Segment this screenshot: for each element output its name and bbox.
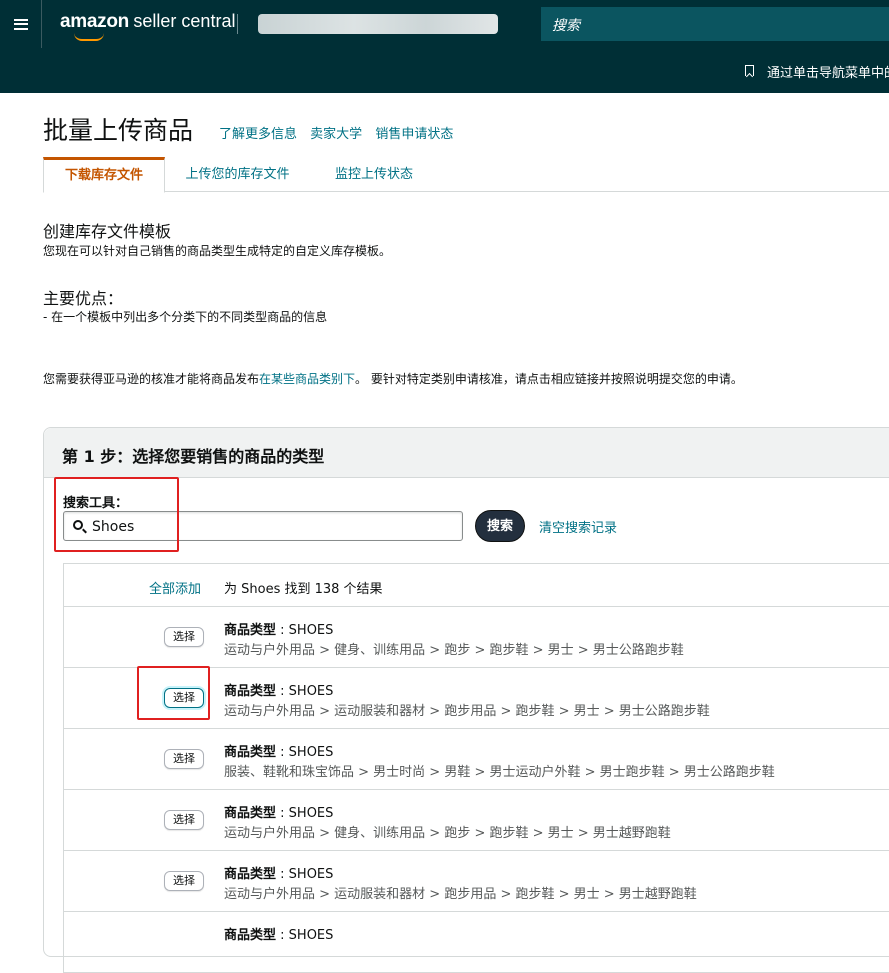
result-row: 选择 商品类型 : SHOES 运动与户外用品 > 运动服装和器材 > 跑步用品…: [64, 851, 889, 912]
type-value: SHOES: [288, 867, 334, 882]
result-type: 商品类型 : SHOES: [224, 806, 334, 821]
approval-text-post: 。 要针对特定类别申请核准，请点击相应链接并按照说明提交您的申请。: [355, 372, 743, 386]
type-label: 商品类型: [224, 806, 277, 821]
nav-subbar: 通过单击导航菜单中的: [0, 48, 889, 93]
key-benefits-item: - 在一个模板中列出多个分类下的不同类型商品的信息: [43, 310, 328, 324]
logo-brand: amazon: [60, 11, 129, 32]
result-count: 为 Shoes 找到 138 个结果: [224, 582, 383, 597]
tab-bar: 下载库存文件 上传您的库存文件 监控上传状态: [43, 157, 889, 193]
key-benefits-heading: 主要优点：: [43, 289, 124, 308]
search-button[interactable]: 搜索: [475, 510, 525, 542]
approval-text-pre: 您需要获得亚马逊的核准才能将商品发布: [43, 372, 260, 386]
result-type: 商品类型 : SHOES: [224, 867, 334, 882]
type-value: SHOES: [288, 745, 334, 760]
create-template-description: 您现在可以针对自己销售的商品类型生成特定的自定义库存模板。: [43, 244, 392, 258]
account-switcher-redacted[interactable]: [258, 14, 498, 34]
result-type: 商品类型 : SHOES: [224, 684, 334, 699]
approval-notice: 您需要获得亚马逊的核准才能将商品发布在某些商品类别下。 要针对特定类别申请核准，…: [43, 370, 743, 387]
amazon-seller-central-logo[interactable]: amazon seller central: [60, 11, 236, 41]
category-path: 运动与户外用品 > 运动服装和器材 > 跑步用品 > 跑步鞋 > 男士 > 男士…: [224, 887, 697, 902]
step-1-title: 第 1 步：选择您要销售的商品的类型: [62, 447, 325, 466]
result-type: 商品类型 : SHOES: [224, 928, 334, 943]
type-label: 商品类型: [224, 623, 277, 638]
type-label: 商品类型: [224, 867, 277, 882]
logo-product: seller central: [133, 11, 236, 31]
category-path: 服装、鞋靴和珠宝饰品 > 男士时尚 > 男鞋 > 男士运动户外鞋 > 男士跑步鞋…: [224, 765, 775, 780]
header-search-placeholder: 搜索: [552, 18, 580, 34]
category-path: 运动与户外用品 > 运动服装和器材 > 跑步用品 > 跑步鞋 > 男士 > 男士…: [224, 704, 710, 719]
result-row: 商品类型 : SHOES: [64, 912, 889, 973]
result-row: 选择 商品类型 : SHOES 运动与户外用品 > 健身、训练用品 > 跑步 >…: [64, 607, 889, 668]
header-search-input[interactable]: 搜索: [541, 7, 889, 41]
search-tool-highlight-box: [54, 477, 179, 552]
select-button[interactable]: 选择: [164, 749, 204, 769]
result-row: 选择 商品类型 : SHOES 运动与户外用品 > 健身、训练用品 > 跑步 >…: [64, 790, 889, 851]
results-header: 全部添加 为 Shoes 找到 138 个结果: [64, 564, 889, 607]
type-value: SHOES: [288, 623, 334, 638]
amazon-smile-icon: [74, 33, 104, 41]
select-button[interactable]: 选择: [164, 871, 204, 891]
type-value: SHOES: [288, 806, 334, 821]
category-path: 运动与户外用品 > 健身、训练用品 > 跑步 > 跑步鞋 > 男士 > 男士越野…: [224, 826, 671, 841]
search-results-table: 全部添加 为 Shoes 找到 138 个结果 选择 商品类型 : SHOES …: [63, 563, 889, 973]
top-header: amazon seller central 搜索: [0, 0, 889, 48]
create-template-heading: 创建库存文件模板: [43, 222, 172, 241]
title-links: 了解更多信息 卖家大学 销售申请状态: [219, 123, 462, 142]
select-button[interactable]: 选择: [164, 627, 204, 647]
header-divider: [237, 14, 238, 34]
result-row: 选择 商品类型 : SHOES 服装、鞋靴和珠宝饰品 > 男士时尚 > 男鞋 >…: [64, 729, 889, 790]
tab-monitor-upload-status[interactable]: 监控上传状态: [319, 157, 429, 192]
learn-more-link[interactable]: 了解更多信息: [219, 127, 297, 142]
step-1-header: 第 1 步：选择您要销售的商品的类型: [44, 428, 889, 478]
restricted-categories-link[interactable]: 在某些商品类别下: [259, 372, 355, 386]
add-all-link[interactable]: 全部添加: [149, 578, 201, 597]
tab-download-inventory-file[interactable]: 下载库存文件: [43, 157, 165, 193]
bookmark-icon[interactable]: [745, 65, 754, 76]
seller-university-link[interactable]: 卖家大学: [310, 127, 362, 142]
result-type: 商品类型 : SHOES: [224, 745, 334, 760]
category-path: 运动与户外用品 > 健身、训练用品 > 跑步 > 跑步鞋 > 男士 > 男士公路…: [224, 643, 684, 658]
clear-search-history-link[interactable]: 清空搜索记录: [539, 517, 617, 536]
type-label: 商品类型: [224, 684, 277, 699]
hamburger-menu-icon[interactable]: [0, 0, 42, 48]
result-type: 商品类型 : SHOES: [224, 623, 334, 638]
tab-upload-inventory-file[interactable]: 上传您的库存文件: [170, 157, 305, 192]
select-button-highlight-box: [137, 666, 210, 720]
select-button[interactable]: 选择: [164, 810, 204, 830]
type-label: 商品类型: [224, 745, 277, 760]
selling-application-status-link[interactable]: 销售申请状态: [375, 127, 453, 142]
page-title: 批量上传商品: [43, 116, 194, 145]
nav-hint-text: 通过单击导航菜单中的: [767, 66, 889, 81]
type-value: SHOES: [288, 684, 334, 699]
